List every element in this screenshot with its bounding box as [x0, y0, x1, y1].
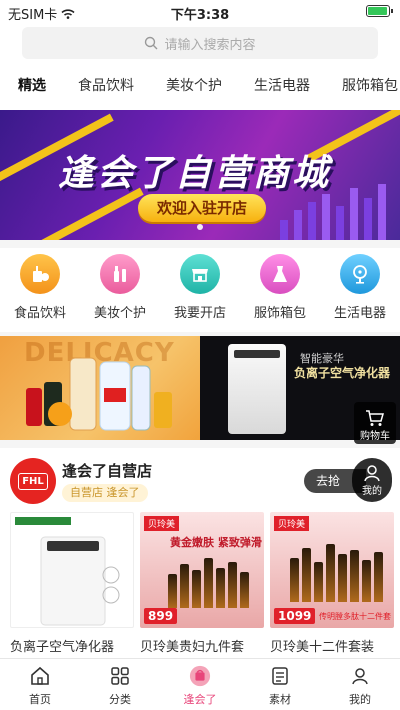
tab-material[interactable]: 素材	[240, 659, 320, 710]
category-tabs: 精选 食品饮料 美妆个护 生活电器 服饰箱包	[0, 68, 400, 102]
quick-categories: 食品饮料 美妆个护 我要开店 服饰箱包 生活电器	[0, 248, 400, 332]
tab-apparel[interactable]: 服饰箱包	[324, 75, 400, 95]
join-store-button[interactable]: 欢迎入驻开店	[138, 194, 266, 222]
cart-icon	[366, 410, 384, 426]
product-subtitle: 传明膛多肽十二件套	[319, 612, 391, 621]
dress-icon	[260, 254, 300, 294]
product-image: 贝玲美 1099 传明膛多肽十二件套	[270, 512, 394, 628]
quick-beauty[interactable]: 美妆个护	[80, 248, 160, 332]
status-bar: 无SIM卡 下午3:38	[0, 0, 400, 24]
food-icon	[20, 254, 60, 294]
quick-food[interactable]: 食品饮料	[0, 248, 80, 332]
quick-open-shop[interactable]: 我要开店	[160, 248, 240, 332]
shop-icon	[180, 254, 220, 294]
floating-cart-button[interactable]: 购物车	[354, 402, 396, 444]
search-icon	[145, 36, 158, 50]
tab-featured[interactable]: 精选	[0, 75, 60, 95]
purifier-graphic	[228, 344, 286, 434]
product-list: 负离子空气净化器 贝玲美 黄金嫩肤 紧致弹滑 899 贝玲美贵妇九件套 贝玲美	[0, 512, 400, 658]
tab-home[interactable]: 首页	[0, 659, 80, 710]
product-name: 负离子空气净化器	[10, 640, 115, 655]
floating-me-button[interactable]: 我的	[352, 458, 392, 502]
product-name: 贝玲美十二件套装	[270, 640, 375, 655]
store-tag: 自营店 逢会了	[62, 484, 148, 502]
drinks-graphic	[26, 357, 172, 431]
store-name: 逢会了自营店	[62, 462, 153, 480]
product-image	[10, 512, 134, 628]
product-image: 贝玲美 黄金嫩肤 紧致弹滑 899	[140, 512, 264, 628]
search-input[interactable]: 请输入搜索内容	[22, 27, 378, 59]
battery-icon	[366, 5, 393, 17]
quick-beauty-label: 美妆个护	[93, 306, 146, 321]
purifier-product-graphic	[15, 517, 120, 626]
quick-food-label: 食品饮料	[13, 306, 66, 321]
fan-icon	[340, 254, 380, 294]
bottom-tab-bar: 首页 分类 逢会了 素材 我的	[0, 658, 400, 710]
bottles-graphic	[290, 542, 386, 602]
me-label: 我的	[362, 485, 382, 497]
quick-appliances[interactable]: 生活电器	[320, 248, 400, 332]
product-card[interactable]: 贝玲美 黄金嫩肤 紧致弹滑 899 贝玲美贵妇九件套	[140, 512, 264, 658]
tab-mine-label: 我的	[349, 693, 371, 706]
hero-banner[interactable]: 逢会了自营商城 欢迎入驻开店	[0, 110, 400, 240]
user-icon	[364, 464, 380, 481]
product-brand: 贝玲美	[144, 516, 180, 531]
tab-mine[interactable]: 我的	[320, 659, 400, 710]
product-brand: 贝玲美	[274, 516, 310, 531]
fenghuile-icon	[189, 665, 211, 687]
status-time: 下午3:38	[170, 8, 230, 23]
tab-food[interactable]: 食品饮料	[60, 75, 148, 95]
banner-page-indicator	[197, 224, 203, 230]
quick-apparel[interactable]: 服饰箱包	[240, 248, 320, 332]
product-card[interactable]: 贝玲美 1099 传明膛多肽十二件套 贝玲美十二件套装	[270, 512, 394, 658]
quick-open-shop-label: 我要开店	[173, 306, 226, 321]
product-price: 899	[144, 608, 178, 624]
document-icon	[269, 665, 291, 687]
product-name: 贝玲美贵妇九件套	[140, 640, 245, 655]
tab-appliances[interactable]: 生活电器	[236, 75, 324, 95]
promo-strip: DELICACY 智能豪华 负离子空气净化器	[0, 336, 400, 440]
quick-appliances-label: 生活电器	[333, 306, 386, 321]
banner-title: 逢会了自营商城	[58, 153, 332, 194]
promo-purifier-name: 负离子空气净化器	[294, 366, 391, 380]
app-screen: 无SIM卡 下午3:38 请输入搜索内容 精选 食品饮料 美妆个护 生活电器 服…	[0, 0, 400, 710]
tab-fenghuile-label: 逢会了	[183, 693, 217, 706]
tab-category[interactable]: 分类	[80, 659, 160, 710]
tab-beauty[interactable]: 美妆个护	[148, 75, 236, 95]
battery-fill	[368, 7, 387, 15]
bottles-graphic	[168, 548, 258, 608]
header: 请输入搜索内容 精选 食品饮料 美妆个护 生活电器 服饰箱包	[0, 24, 400, 110]
quick-apparel-label: 服饰箱包	[253, 306, 306, 321]
makeup-icon	[100, 254, 140, 294]
cart-label: 购物车	[360, 431, 390, 442]
tab-material-label: 素材	[269, 693, 291, 706]
grid-icon	[109, 665, 131, 687]
store-logo-text: FHL	[18, 472, 48, 490]
user-icon	[349, 665, 371, 687]
product-card[interactable]: 负离子空气净化器	[10, 512, 134, 658]
home-icon	[29, 665, 51, 687]
tab-home-label: 首页	[29, 693, 51, 706]
store-logo: FHL	[10, 458, 56, 504]
promo-food-banner[interactable]: DELICACY	[0, 336, 200, 440]
product-price: 1099	[274, 608, 316, 624]
tab-fenghuile[interactable]: 逢会了	[160, 659, 240, 710]
search-placeholder: 请输入搜索内容	[164, 37, 256, 53]
tab-category-label: 分类	[109, 693, 131, 706]
